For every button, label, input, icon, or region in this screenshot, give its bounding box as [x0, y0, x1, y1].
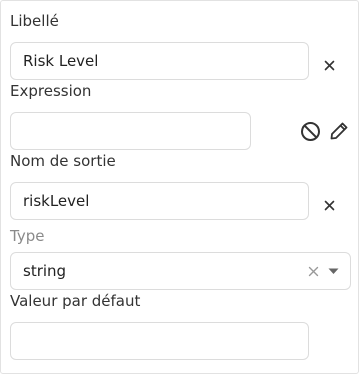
- label-input[interactable]: Risk Level: [10, 42, 309, 80]
- label-field-title: Libellé: [10, 12, 59, 30]
- default-value-input[interactable]: [10, 322, 309, 360]
- pencil-icon[interactable]: [327, 119, 351, 143]
- default-value-field-title: Valeur par défaut: [10, 292, 141, 310]
- ban-icon[interactable]: [298, 119, 322, 143]
- close-icon[interactable]: [305, 263, 321, 279]
- output-name-field-title: Nom de sortie: [10, 152, 116, 170]
- expression-field-title: Expression: [10, 82, 92, 100]
- caret-down-icon[interactable]: [325, 263, 341, 279]
- close-icon[interactable]: [321, 57, 337, 73]
- type-field-title: Type: [10, 227, 45, 245]
- output-name-input[interactable]: riskLevel: [10, 182, 309, 220]
- expression-input[interactable]: [10, 112, 251, 150]
- type-selected-value: string: [23, 262, 67, 280]
- type-select[interactable]: string: [10, 252, 351, 290]
- close-icon[interactable]: [321, 197, 337, 213]
- output-properties-panel: Libellé Risk Level Expression Nom de sor…: [0, 0, 359, 374]
